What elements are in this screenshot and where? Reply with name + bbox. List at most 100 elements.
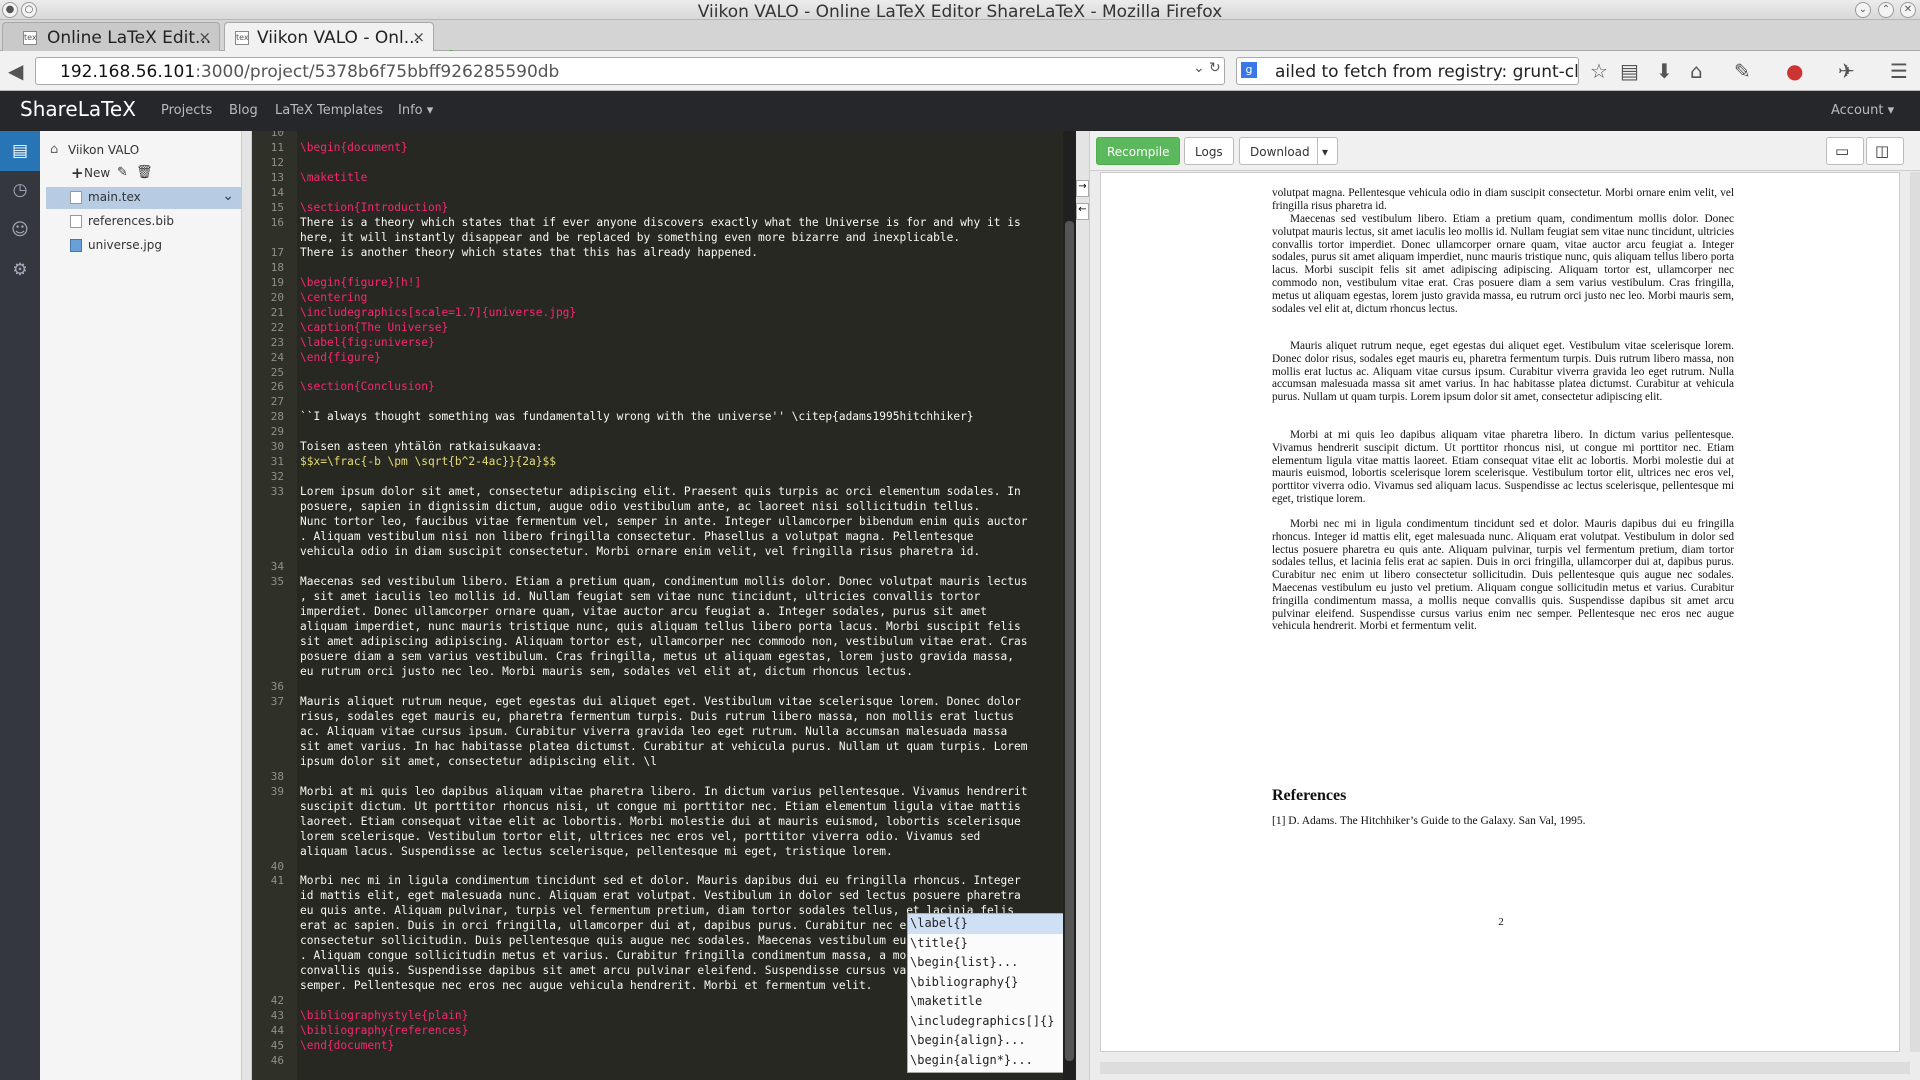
file-universe-jpg[interactable]: universe.jpg — [40, 235, 240, 257]
logs-button[interactable]: Logs — [1184, 137, 1234, 165]
browser-tab-1[interactable]: tex Online LaTeX Edit... × — [2, 22, 220, 51]
rename-icon[interactable]: ✎ — [117, 165, 128, 180]
close-window-icon[interactable]: ✕ — [1900, 2, 1916, 18]
autocomplete-item[interactable]: \title{}cmd — [908, 934, 1063, 954]
autocomplete-label: \begin{align}... — [910, 1033, 1026, 1047]
nav-latex-templates[interactable]: LaTeX Templates — [275, 103, 383, 118]
tab-favicon-icon: tex — [235, 31, 249, 45]
new-file-button[interactable]: + New ✎ 🗑 — [40, 163, 240, 185]
tools-icon[interactable]: ✎ — [1734, 59, 1751, 83]
single-page-view-icon[interactable]: ▭ — [1826, 137, 1864, 165]
pdf-paragraph: volutpat magna. Pellentesque vehicula od… — [1272, 187, 1734, 212]
dropdown-icon[interactable]: ⌄ — [1193, 60, 1205, 76]
search-bar[interactable]: g ailed to fetch from registry: grunt-cl… — [1236, 57, 1579, 85]
project-root[interactable]: ⌂ Viikon VALO — [40, 140, 240, 162]
references-heading: References — [1272, 787, 1347, 804]
tab-label: Viikon VALO - Onl... — [257, 28, 420, 48]
file-tree-resizer[interactable] — [242, 131, 252, 1080]
browser-tab-2[interactable]: tex Viikon VALO - Onl... × — [224, 22, 434, 51]
nav-blog[interactable]: Blog — [229, 103, 258, 118]
back-icon[interactable]: ◀ — [8, 59, 23, 83]
line-number: 22 — [270, 320, 284, 334]
url-bar[interactable]: 192.168.56.101:3000/project/5378b6f75bbf… — [35, 57, 1225, 85]
pdf-horizontal-scrollbar[interactable] — [1100, 1062, 1910, 1074]
extension-icon[interactable]: ✈ — [1838, 59, 1855, 83]
delete-icon[interactable]: 🗑 — [136, 165, 153, 180]
code-line: aliquam imperdiet, nunc mauris tristique… — [300, 619, 1021, 633]
code-line: laoreet. Etiam consequat vitae elit ac l… — [300, 814, 1021, 828]
split-view-icon[interactable]: ◫ — [1866, 137, 1904, 165]
adblock-icon[interactable]: ● — [1786, 59, 1803, 83]
code-line: There is another theory which states tha… — [300, 245, 759, 259]
autocomplete-item[interactable]: \bibliography{}cmd — [908, 973, 1063, 993]
code-line: suscipit dictum. Ut porttitor rhoncus ni… — [300, 799, 1021, 813]
minimize-icon[interactable]: ⌄ — [1855, 2, 1871, 18]
file-references-bib[interactable]: references.bib — [40, 211, 240, 233]
download-dropdown-icon[interactable]: ▾ — [1317, 137, 1338, 165]
autocomplete-item[interactable]: \begin{list}...env — [908, 953, 1063, 973]
page-number: 2 — [1498, 916, 1504, 928]
close-tab-icon[interactable]: × — [412, 28, 425, 46]
code-line: Nunc tortor leo, faucibus vitae fermentu… — [300, 515, 1028, 529]
autocomplete-label: \bibliography{} — [910, 974, 1019, 989]
nav-projects[interactable]: Projects — [161, 103, 212, 118]
code-line: \includegraphics[scale=1.7]{universe.jpg… — [300, 305, 577, 319]
line-number: 42 — [270, 994, 284, 1008]
code-line: Toisen asteen yhtälön ratkaisukaava: — [300, 440, 543, 454]
code-line: vehicula odio in diam suscipit consectet… — [300, 545, 981, 559]
autocomplete-item[interactable]: \begin{align}...env — [908, 1031, 1063, 1051]
line-number: 30 — [270, 440, 284, 454]
brand-logo[interactable]: ShareLaTeX — [20, 97, 136, 121]
scrollbar-thumb[interactable] — [1065, 221, 1074, 1061]
sharelatex-navbar: ShareLaTeX Projects Blog LaTeX Templates… — [0, 91, 1920, 131]
close-tab-icon[interactable]: × — [198, 28, 211, 46]
line-number: 20 — [270, 290, 284, 304]
history-icon[interactable]: ◷ — [10, 180, 30, 200]
line-number: 46 — [270, 1054, 284, 1068]
file-label: universe.jpg — [88, 238, 162, 252]
nav-account[interactable]: Account ▾ — [1831, 103, 1894, 118]
code-line: , sit amet iaculis leo mollis id. Nullam… — [300, 590, 981, 604]
line-number: 17 — [270, 245, 284, 259]
code-line: $$x=\frac{-b \pm \sqrt{b^2-4ac}}{2a}$$ — [300, 455, 556, 469]
autocomplete-item[interactable]: \includegraphics[]{}cmd — [908, 1012, 1063, 1032]
chevron-down-icon[interactable]: ⌄ — [222, 188, 234, 204]
line-number: 19 — [270, 275, 284, 289]
pdf-preview-pane: Recompile Logs Download ▾ ▭ ◫ volutpat m… — [1090, 131, 1920, 1080]
autocomplete-item[interactable]: \begin{align*}...env — [908, 1051, 1063, 1071]
line-number: 21 — [270, 305, 284, 319]
arrow-left-icon[interactable]: ← — [1076, 203, 1089, 220]
home-icon[interactable]: ⌂ — [1690, 59, 1703, 83]
file-label: references.bib — [88, 214, 174, 228]
share-icon[interactable]: ☺ — [10, 220, 30, 240]
settings-icon[interactable]: ⚙ — [10, 260, 30, 280]
bookmark-star-icon[interactable]: ☆ — [1590, 59, 1608, 83]
recompile-button[interactable]: Recompile — [1096, 137, 1181, 165]
line-number: 26 — [270, 380, 284, 394]
reading-list-icon[interactable]: ▤ — [1620, 59, 1639, 83]
line-number: 31 — [270, 455, 284, 469]
code-line: ipsum dolor sit amet, consectetur adipis… — [300, 754, 657, 768]
files-icon[interactable]: ▤ — [0, 131, 40, 171]
autocomplete-item[interactable]: \label{}cmd — [908, 914, 1063, 934]
browser-navbar: ◀ 192.168.56.101:3000/project/5378b6f75b… — [0, 51, 1920, 91]
reload-icon[interactable]: ↻ — [1209, 60, 1221, 76]
maximize-icon[interactable]: ⌃ — [1878, 2, 1894, 18]
pdf-resizer[interactable]: → ← — [1076, 131, 1090, 1080]
pdf-scrollbar[interactable] — [1910, 172, 1920, 1052]
code-editor[interactable]: 10 11 12 13 14 15 16 17 18 19 20 21 22 23 24 25 26 27 28 29… — [252, 131, 1063, 1080]
pdf-paragraph: Morbi nec mi in ligula condimentum tinci… — [1272, 518, 1734, 633]
nav-info[interactable]: Info ▾ — [398, 103, 433, 118]
line-number: 27 — [270, 395, 284, 409]
download-button[interactable]: Download — [1239, 137, 1321, 165]
code-line: \centering — [300, 290, 368, 304]
download-icon[interactable]: ⬇ — [1656, 59, 1673, 83]
autocomplete-popup[interactable]: \label{}cmd\title{}cmd\begin{list}...env… — [907, 913, 1063, 1073]
code-line: \end{figure} — [300, 350, 381, 364]
autocomplete-item[interactable]: \maketitlecmd — [908, 992, 1063, 1012]
code-line: Maecenas sed vestibulum libero. Etiam a … — [300, 575, 1028, 589]
file-main-tex[interactable]: main.tex ⌄ — [46, 187, 242, 209]
editor-scrollbar[interactable] — [1063, 131, 1076, 1080]
arrow-right-icon[interactable]: → — [1076, 180, 1089, 197]
menu-icon[interactable]: ☰ — [1890, 59, 1908, 83]
